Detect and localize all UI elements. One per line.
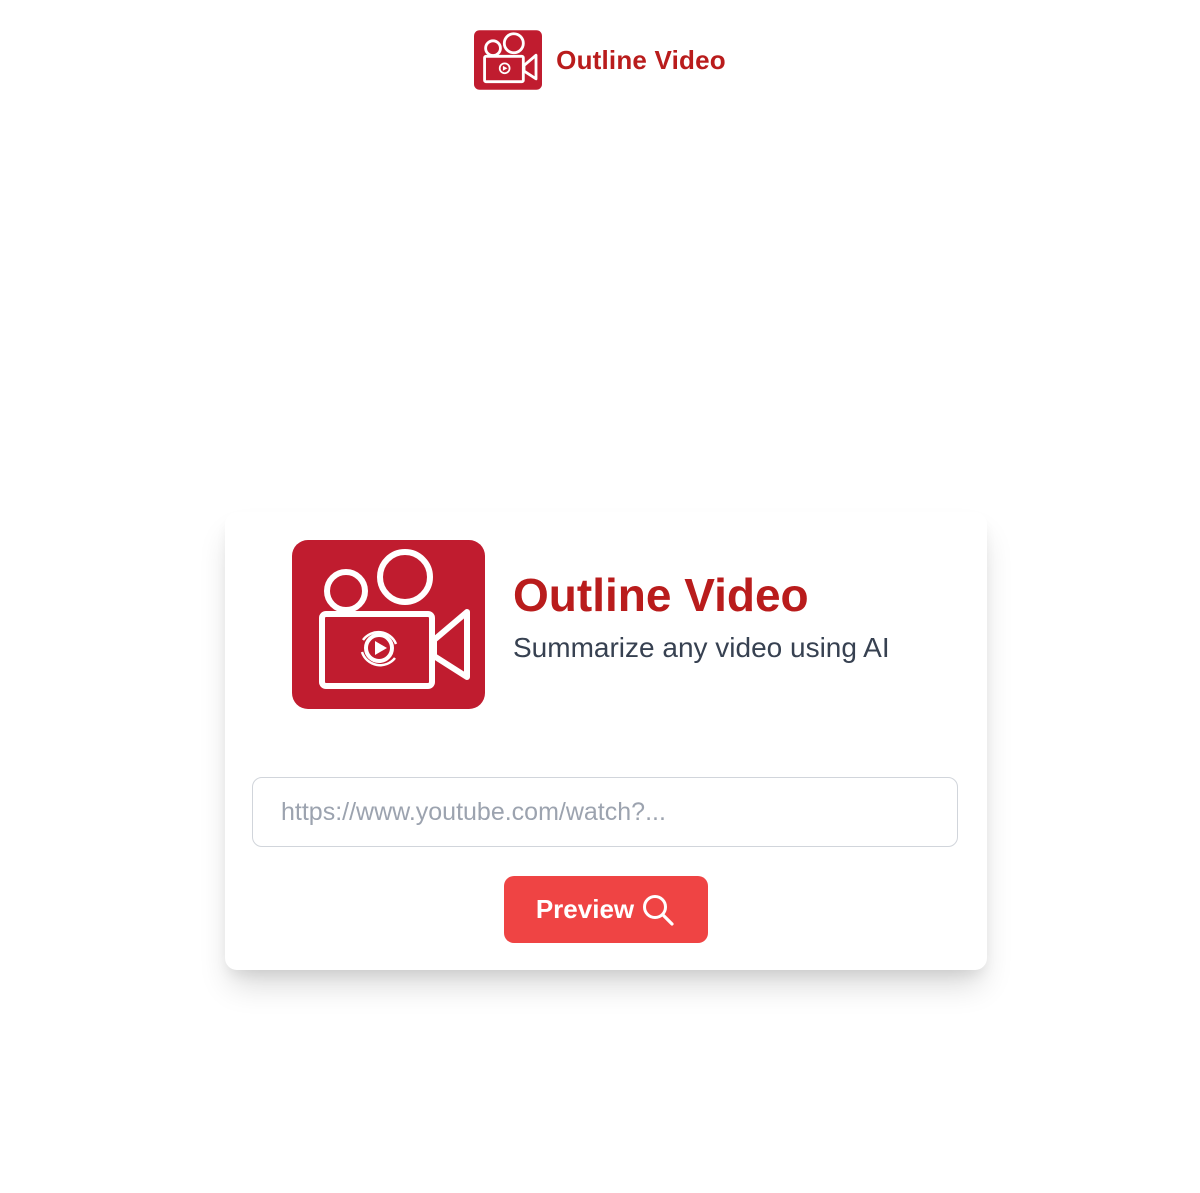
header-title: Outline Video: [556, 44, 726, 75]
page: Outline Video Outline Video Summarize an…: [0, 0, 1200, 1193]
preview-button-label: Preview: [535, 894, 635, 924]
hero-title: Outline Video: [513, 569, 809, 622]
hero-text: Outline Video Summarize any video using …: [513, 570, 890, 664]
hero-subtitle: Summarize any video using AI: [513, 632, 890, 663]
video-camera-icon: [292, 540, 485, 709]
hero: Outline Video Summarize any video using …: [292, 540, 890, 709]
header-brand-link[interactable]: Outline Video: [474, 30, 726, 90]
video-url-input[interactable]: [252, 777, 958, 847]
header: Outline Video: [0, 30, 1200, 90]
main-card: Outline Video Summarize any video using …: [225, 512, 987, 970]
preview-button[interactable]: Preview: [504, 876, 708, 943]
video-camera-icon: [474, 30, 543, 90]
search-icon: [643, 894, 674, 926]
